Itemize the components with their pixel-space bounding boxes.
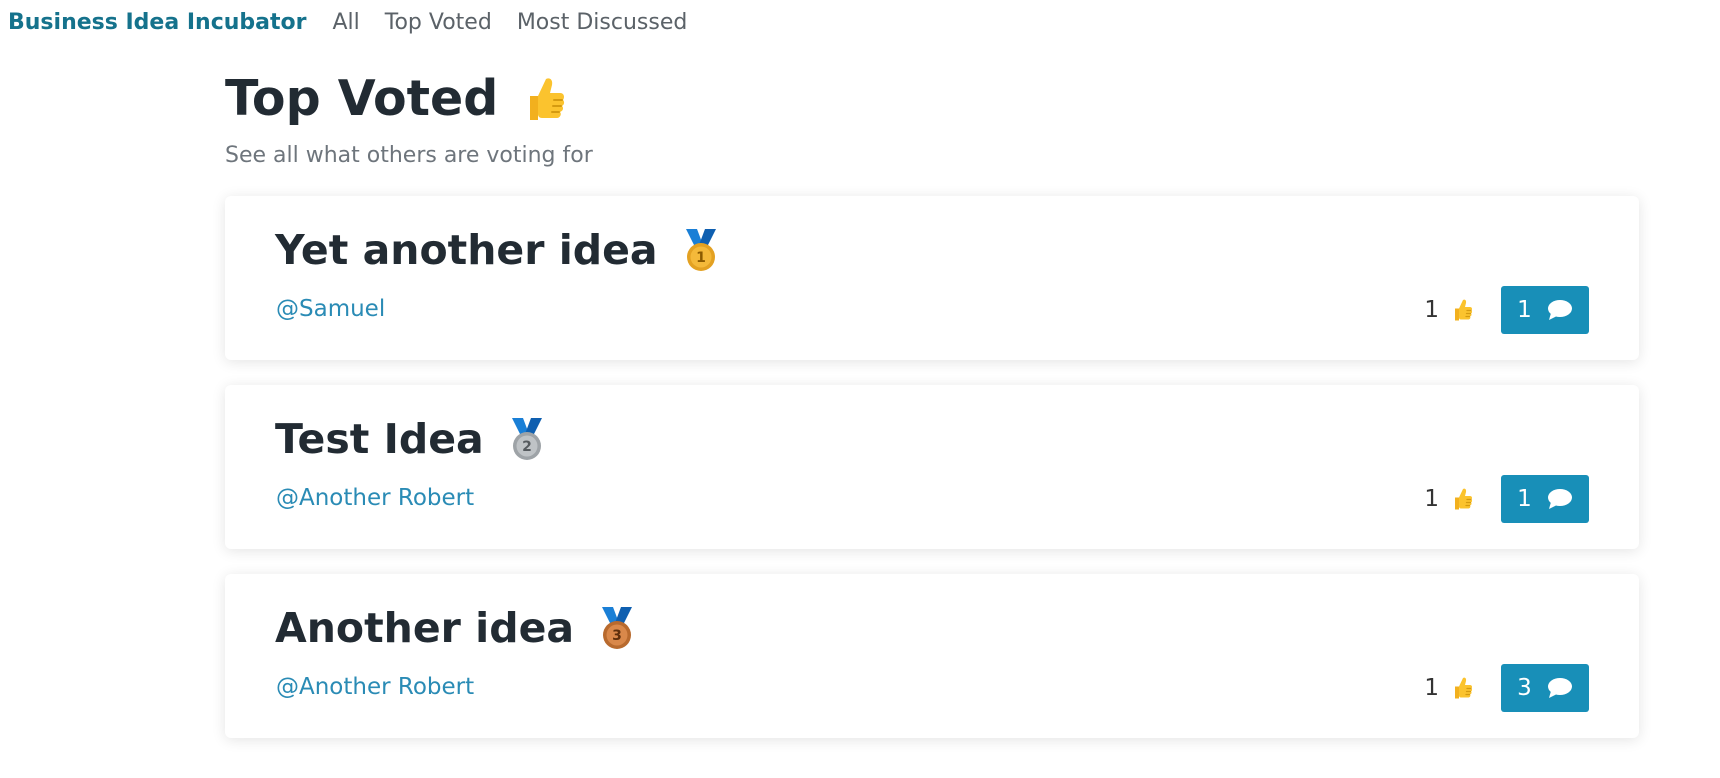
thumbs-up-icon [522,76,566,122]
idea-card: Another idea 3 @Another Robert 1 3 [225,573,1639,738]
idea-actions: 1 1 [1424,285,1589,334]
comments-button[interactable]: 1 [1501,474,1589,523]
idea-title: Yet another idea 1 [275,226,722,274]
comment-count: 3 [1517,674,1532,701]
idea-card: Yet another idea 1 @Samuel 1 1 [225,195,1639,360]
medal-number: 1 [696,250,706,266]
idea-title: Another idea 3 [275,604,638,652]
vote-count: 1 [1424,296,1439,323]
author-link[interactable]: @Samuel [276,296,385,322]
idea-title-link[interactable]: Another idea [275,604,574,652]
comment-count: 1 [1517,485,1532,512]
vote-counter[interactable]: 1 [1424,675,1473,701]
comments-button[interactable]: 3 [1501,663,1589,712]
bronze-medal-icon: 3 [596,605,638,651]
idea-list: Yet another idea 1 @Samuel 1 1 Test Idea… [225,195,1639,738]
comment-bubble-icon [1547,677,1573,699]
idea-title: Test Idea 2 [275,415,548,463]
medal-number: 2 [522,439,532,455]
idea-title-link[interactable]: Yet another idea [275,226,658,274]
idea-card: Test Idea 2 @Another Robert 1 1 [225,384,1639,549]
comment-count: 1 [1517,296,1532,323]
idea-actions: 1 1 [1424,474,1589,523]
thumbs-up-icon [1451,676,1473,700]
comments-button[interactable]: 1 [1501,285,1589,334]
page-title: Top Voted [225,70,1639,129]
brand-link[interactable]: Business Idea Incubator [8,10,306,35]
thumbs-up-icon [1451,298,1473,322]
nav-link-most-discussed[interactable]: Most Discussed [517,10,688,35]
vote-counter[interactable]: 1 [1424,486,1473,512]
thumbs-up-icon [1451,487,1473,511]
idea-actions: 1 3 [1424,663,1589,712]
main-content: Top Voted See all what others are voting… [225,70,1639,763]
nav-link-all[interactable]: All [332,10,359,35]
idea-title-link[interactable]: Test Idea [275,415,484,463]
comment-bubble-icon [1547,488,1573,510]
page-title-text: Top Voted [225,70,499,127]
author-link[interactable]: @Another Robert [276,674,474,700]
top-navbar: Business Idea Incubator All Top Voted Mo… [0,0,712,44]
nav-link-top-voted[interactable]: Top Voted [385,10,492,35]
medal-number: 3 [612,628,622,644]
page-subtitle: See all what others are voting for [225,142,593,168]
vote-counter[interactable]: 1 [1424,297,1473,323]
comment-bubble-icon [1547,299,1573,321]
silver-medal-icon: 2 [506,416,548,462]
author-link[interactable]: @Another Robert [276,485,474,511]
vote-count: 1 [1424,485,1439,512]
gold-medal-icon: 1 [680,227,722,273]
vote-count: 1 [1424,674,1439,701]
